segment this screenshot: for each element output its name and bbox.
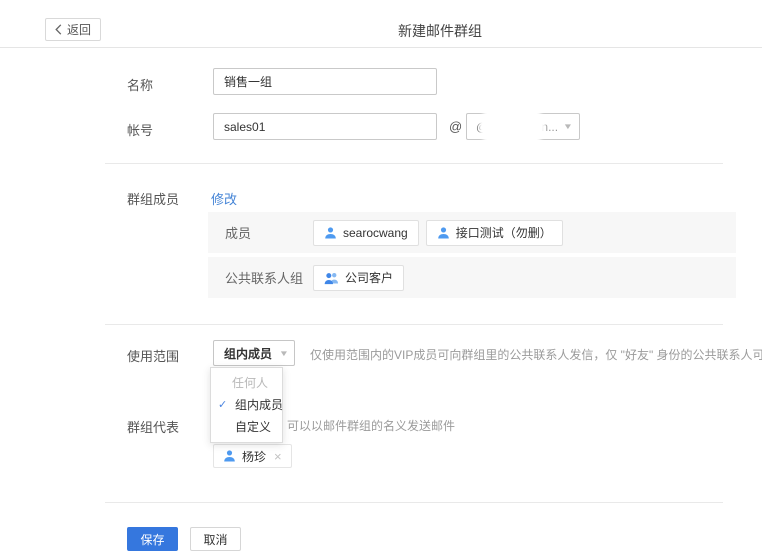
scope-option-custom[interactable]: 自定义 xyxy=(211,416,282,438)
representative-tag-label: 杨珍 xyxy=(242,448,266,465)
scope-option-label: 组内成员 xyxy=(235,398,283,412)
account-input[interactable] xyxy=(213,113,437,140)
back-button-label: 返回 xyxy=(67,21,91,38)
person-icon xyxy=(223,449,236,463)
scope-select[interactable]: 组内成员 ▼ xyxy=(213,340,295,366)
person-icon xyxy=(437,226,450,240)
scope-dropdown-menu: 任何人 ✓ 组内成员 自定义 xyxy=(210,367,283,443)
people-icon xyxy=(324,271,339,285)
domain-suffix: n... xyxy=(541,120,558,134)
contact-group-tags: 公司客户 xyxy=(313,265,404,291)
chevron-left-icon xyxy=(55,24,62,35)
contact-group-tag-label: 公司客户 xyxy=(345,269,393,286)
redacted-domain-blur xyxy=(482,108,542,145)
chevron-down-icon: ▼ xyxy=(563,122,573,131)
contact-group-row: 公共联系人组 公司客户 xyxy=(208,257,736,298)
members-row: 成员 searocwang 接口测试（勿删） xyxy=(208,212,736,253)
domain-select[interactable]: @ n... ▼ xyxy=(466,113,580,140)
modify-members-link[interactable]: 修改 xyxy=(211,189,237,208)
cancel-button[interactable]: 取消 xyxy=(190,527,241,551)
member-tag[interactable]: 接口测试（勿删） xyxy=(426,220,563,246)
scope-help-text: 仅使用范围内的VIP成员可向群组里的公共联系人发信，仅 "好友" 身份的公共联系… xyxy=(310,346,762,363)
account-label: 帐号 xyxy=(127,120,153,139)
name-label: 名称 xyxy=(127,75,153,94)
contact-group-row-label: 公共联系人组 xyxy=(225,268,313,287)
representative-help-text: 可以以邮件群组的名义发送邮件 xyxy=(287,417,455,434)
section-divider xyxy=(105,324,723,325)
members-label: 群组成员 xyxy=(127,189,179,208)
member-tags: searocwang 接口测试（勿删） xyxy=(313,220,563,246)
save-button[interactable]: 保存 xyxy=(127,527,178,551)
section-divider xyxy=(105,502,723,503)
member-tag-label: 接口测试（勿删） xyxy=(456,224,552,241)
at-symbol: @ xyxy=(449,119,462,134)
contact-group-tag[interactable]: 公司客户 xyxy=(313,265,404,291)
section-divider xyxy=(105,163,723,164)
representative-label: 群组代表 xyxy=(127,417,179,436)
name-input[interactable] xyxy=(213,68,437,95)
scope-option-group-members[interactable]: ✓ 组内成员 xyxy=(211,394,282,416)
scope-label: 使用范围 xyxy=(127,346,179,365)
check-icon: ✓ xyxy=(218,394,227,416)
topbar: 返回 新建邮件群组 xyxy=(0,0,762,48)
member-tag[interactable]: searocwang xyxy=(313,220,419,246)
scope-selected-value: 组内成员 xyxy=(224,345,272,362)
page-title: 新建邮件群组 xyxy=(398,21,482,41)
representative-tag: 杨珍 × xyxy=(213,444,292,468)
member-tag-label: searocwang xyxy=(343,226,408,240)
create-mail-group-page: 返回 新建邮件群组 名称 帐号 @ @ n... ▼ 群组成员 修改 成员 se… xyxy=(0,0,762,558)
close-icon[interactable]: × xyxy=(274,449,282,464)
chevron-down-icon: ▼ xyxy=(279,349,289,358)
back-button[interactable]: 返回 xyxy=(45,18,101,41)
person-icon xyxy=(324,226,337,240)
scope-option-anyone[interactable]: 任何人 xyxy=(211,372,282,394)
members-row-label: 成员 xyxy=(225,223,313,242)
